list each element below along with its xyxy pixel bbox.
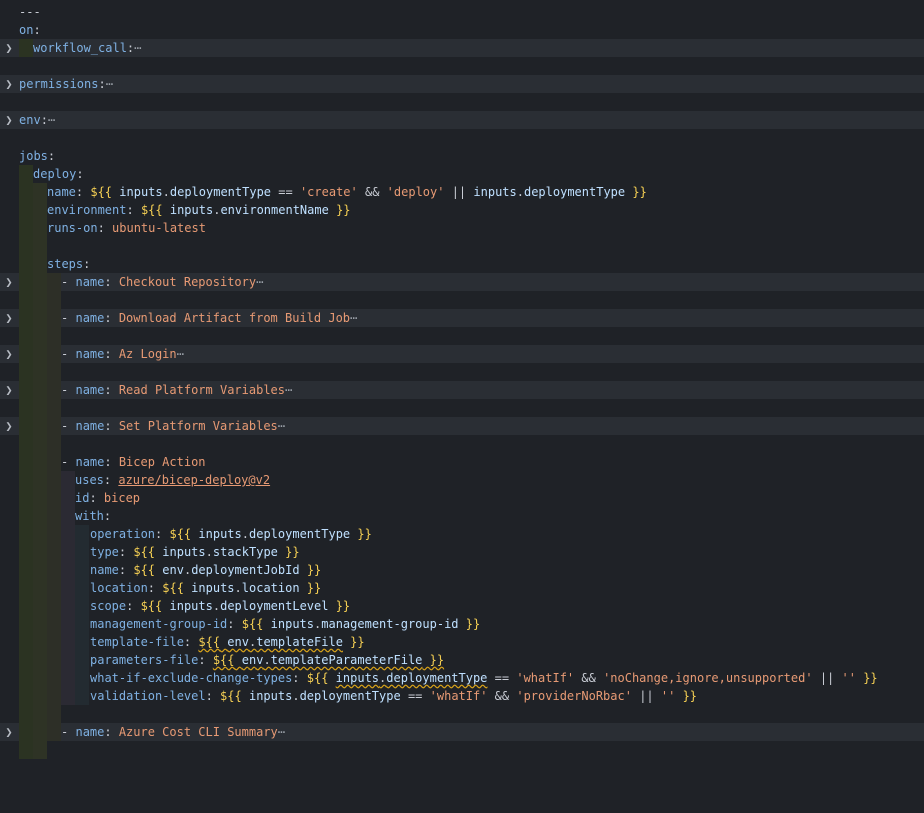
code-line	[0, 327, 924, 345]
code-line: name: ${{ env.deploymentJobId }}	[0, 561, 924, 579]
code-line: uses: azure/bicep-deploy@v2	[0, 471, 924, 489]
code-line: - name: Bicep Action	[0, 453, 924, 471]
code-line	[0, 399, 924, 417]
document-marker: ---	[19, 5, 41, 19]
code-line: type: ${{ inputs.stackType }}	[0, 543, 924, 561]
fold-chevron-icon[interactable]: ❯	[3, 111, 15, 129]
code-line-folded: ❯ - name: Read Platform Variables⋯	[0, 381, 924, 399]
yaml-key: on	[19, 23, 34, 37]
fold-ellipsis-icon[interactable]: ⋯	[134, 41, 141, 55]
fold-ellipsis-icon[interactable]: ⋯	[177, 347, 184, 361]
fold-chevron-icon[interactable]: ❯	[3, 381, 15, 399]
code-line: template-file: ${{ env.templateFile }}	[0, 633, 924, 651]
code-line: on:	[19, 23, 41, 37]
yaml-key: permissions	[19, 77, 99, 91]
fold-ellipsis-icon[interactable]: ⋯	[350, 311, 357, 325]
code-line: id: bicep	[0, 489, 924, 507]
code-line: what-if-exclude-change-types: ${{ inputs…	[0, 669, 924, 687]
fold-ellipsis-icon[interactable]: ⋯	[106, 77, 113, 91]
fold-chevron-icon[interactable]: ❯	[3, 273, 15, 291]
code-line-folded: ❯ - name: Checkout Repository⋯	[0, 273, 924, 291]
yaml-key: workflow_call	[33, 41, 127, 55]
code-line-folded: ❯ workflow_call:⋯	[0, 39, 924, 57]
code-line	[0, 705, 924, 723]
fold-ellipsis-icon[interactable]: ⋯	[285, 383, 292, 397]
fold-ellipsis-icon[interactable]: ⋯	[278, 419, 285, 433]
code-line	[0, 741, 924, 759]
code-line: operation: ${{ inputs.deploymentType }}	[0, 525, 924, 543]
code-editor[interactable]: --- on: ❯ workflow_call:⋯ ❯ permissions:…	[0, 0, 924, 762]
code-line: runs-on: ubuntu-latest	[0, 219, 924, 237]
yaml-key: jobs	[19, 149, 48, 163]
code-line: with:	[0, 507, 924, 525]
code-line-folded: ❯ permissions:⋯	[0, 75, 924, 93]
code-line: location: ${{ inputs.location }}	[0, 579, 924, 597]
fold-chevron-icon[interactable]: ❯	[3, 309, 15, 327]
code-line: validation-level: ${{ inputs.deploymentT…	[0, 687, 924, 705]
code-line-folded: ❯ - name: Download Artifact from Build J…	[0, 309, 924, 327]
code-line	[0, 363, 924, 381]
code-line: environment: ${{ inputs.environmentName …	[0, 201, 924, 219]
fold-chevron-icon[interactable]: ❯	[3, 39, 15, 57]
fold-chevron-icon[interactable]: ❯	[3, 723, 15, 741]
code-line: name: ${{ inputs.deploymentType == 'crea…	[0, 183, 924, 201]
code-line-folded: ❯ - name: Azure Cost CLI Summary⋯	[0, 723, 924, 741]
code-line: ---	[0, 3, 924, 21]
fold-ellipsis-icon[interactable]: ⋯	[256, 275, 263, 289]
yaml-key: deploy	[33, 167, 77, 181]
code-line: jobs:	[19, 149, 56, 163]
code-line: steps:	[0, 255, 924, 273]
fold-ellipsis-icon[interactable]: ⋯	[278, 725, 285, 739]
code-line-folded: ❯ env:⋯	[0, 111, 924, 129]
fold-chevron-icon[interactable]: ❯	[3, 345, 15, 363]
code-line: management-group-id: ${{ inputs.manageme…	[0, 615, 924, 633]
yaml-key: env	[19, 113, 41, 127]
code-line-folded: ❯ - name: Az Login⋯	[0, 345, 924, 363]
code-line	[0, 435, 924, 453]
code-line-folded: ❯ - name: Set Platform Variables⋯	[0, 417, 924, 435]
code-line: parameters-file: ${{ env.templateParamet…	[0, 651, 924, 669]
fold-chevron-icon[interactable]: ❯	[3, 75, 15, 93]
action-link[interactable]: azure/bicep-deploy@v2	[118, 473, 270, 487]
fold-chevron-icon[interactable]: ❯	[3, 417, 15, 435]
code-line: deploy:	[0, 165, 924, 183]
code-line	[0, 291, 924, 309]
fold-ellipsis-icon[interactable]: ⋯	[48, 113, 55, 127]
code-line: scope: ${{ inputs.deploymentLevel }}	[0, 597, 924, 615]
code-line	[0, 237, 924, 255]
